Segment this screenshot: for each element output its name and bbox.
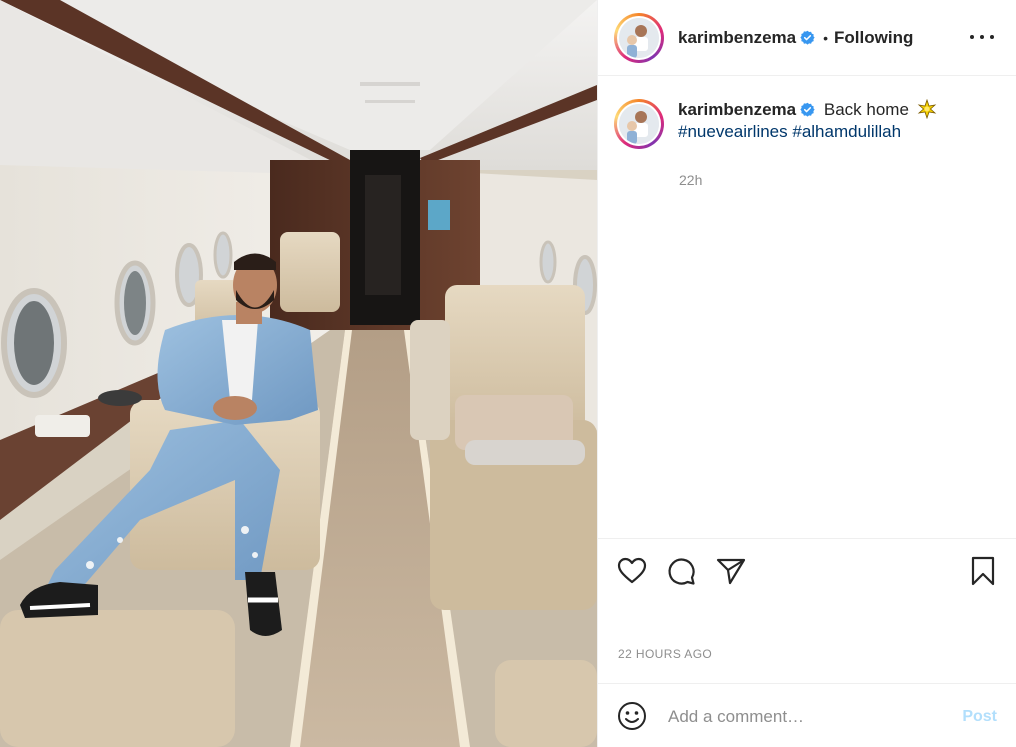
post-photo[interactable]: [0, 0, 597, 747]
jet-cabin-photo: [0, 0, 597, 747]
avatar-photo: [619, 17, 659, 58]
comment-bar: Post: [598, 683, 1016, 747]
heart-icon[interactable]: [616, 555, 648, 587]
paper-plane-icon[interactable]: [715, 555, 747, 587]
action-bar: [598, 538, 1016, 600]
emoji-smiley-icon[interactable]: [616, 700, 648, 732]
caption-relative-time[interactable]: 22h: [679, 172, 702, 188]
author-username[interactable]: karimbenzema: [678, 28, 796, 48]
caption-text: karimbenzema Back home #nueveairlines #a…: [678, 98, 998, 149]
post-timestamp[interactable]: 22 HOURS AGO: [618, 647, 712, 661]
post-comment-button[interactable]: Post: [962, 708, 997, 726]
comment-bubble-icon[interactable]: [665, 555, 697, 587]
verified-badge-icon: [800, 102, 815, 117]
avatar-photo: [619, 104, 659, 144]
sparkle-star-icon: [917, 98, 936, 120]
author-avatar[interactable]: [614, 12, 664, 63]
bookmark-icon[interactable]: [967, 555, 999, 587]
caption-avatar[interactable]: [614, 99, 664, 149]
hashtag-link[interactable]: #nueveairlines: [678, 122, 788, 141]
caption: karimbenzema Back home #nueveairlines #a…: [614, 98, 998, 149]
avatar-image: [619, 17, 659, 58]
more-options-icon[interactable]: [970, 26, 994, 48]
post-side-panel: karimbenzema • Following karimbenzema Ba…: [597, 0, 1016, 747]
post-header: karimbenzema • Following: [598, 0, 1016, 76]
comment-input[interactable]: [668, 704, 928, 730]
header-separator: •: [823, 29, 829, 46]
avatar-image: [619, 104, 659, 144]
verified-badge-icon: [800, 30, 815, 45]
following-button[interactable]: Following: [834, 28, 913, 48]
caption-username[interactable]: karimbenzema: [678, 100, 796, 119]
instagram-post: karimbenzema • Following karimbenzema Ba…: [0, 0, 1016, 747]
hashtag-link[interactable]: #alhamdulillah: [792, 122, 901, 141]
caption-body: Back home: [823, 100, 909, 119]
